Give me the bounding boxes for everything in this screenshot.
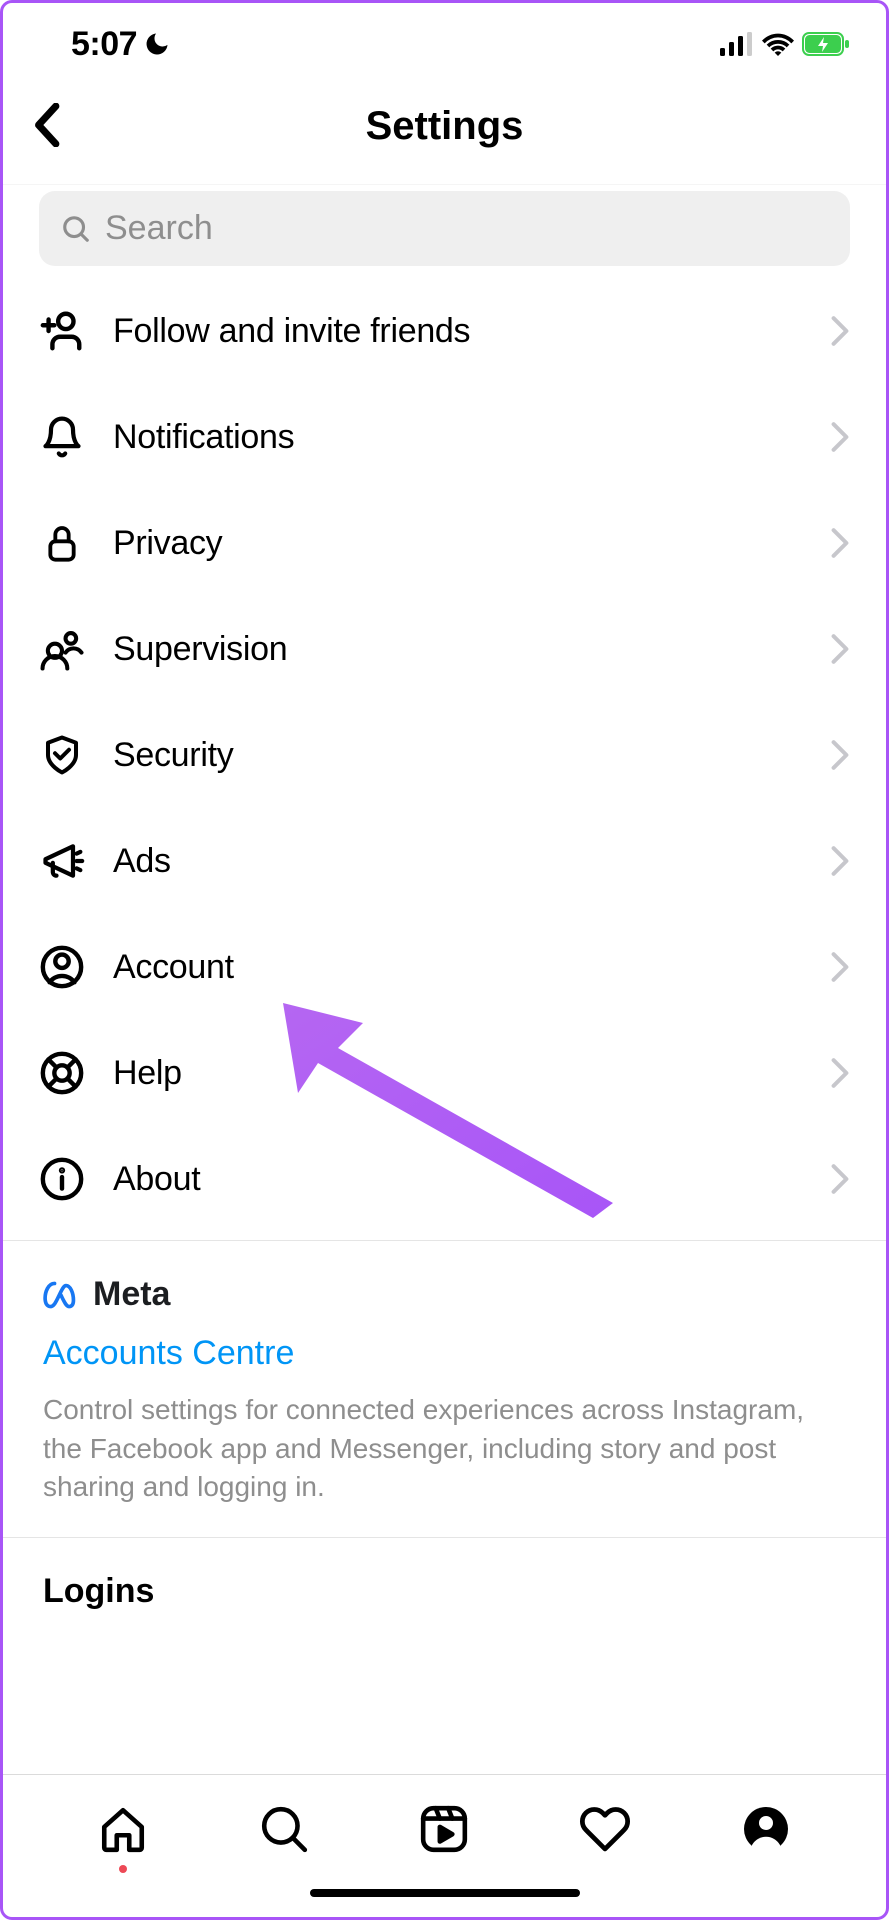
menu-item-follow-invite[interactable]: Follow and invite friends	[3, 278, 886, 384]
header: Settings	[3, 73, 886, 185]
menu-item-security[interactable]: Security	[3, 702, 886, 808]
lock-icon	[39, 520, 85, 566]
menu-list: Follow and invite friends Notifications …	[3, 278, 886, 1774]
shield-check-icon	[39, 732, 85, 778]
accounts-centre-link[interactable]: Accounts Centre	[43, 1334, 846, 1373]
menu-label: Notifications	[113, 418, 802, 457]
nav-search[interactable]	[254, 1799, 314, 1859]
search-icon	[259, 1804, 309, 1854]
menu-item-privacy[interactable]: Privacy	[3, 490, 886, 596]
chevron-right-icon	[830, 1057, 850, 1089]
menu-item-about[interactable]: About	[3, 1126, 886, 1232]
megaphone-icon	[39, 838, 85, 884]
chevron-right-icon	[830, 1163, 850, 1195]
home-bar	[310, 1889, 580, 1897]
profile-icon	[742, 1805, 790, 1853]
battery-charging-icon	[802, 32, 850, 56]
menu-label: Follow and invite friends	[113, 312, 802, 351]
menu-label: Account	[113, 948, 802, 987]
logins-section: Logins	[3, 1538, 886, 1645]
back-button[interactable]	[31, 103, 65, 150]
logins-title: Logins	[43, 1572, 846, 1611]
nav-activity[interactable]	[575, 1799, 635, 1859]
menu-item-account[interactable]: Account	[3, 914, 886, 1020]
lifebuoy-icon	[39, 1050, 85, 1096]
chevron-right-icon	[830, 527, 850, 559]
status-bar: 5:07	[3, 3, 886, 73]
page-title: Settings	[366, 104, 524, 149]
reels-icon	[419, 1804, 469, 1854]
meta-brand: Meta	[43, 1275, 846, 1314]
chevron-right-icon	[830, 315, 850, 347]
bell-icon	[39, 414, 85, 460]
nav-home[interactable]	[93, 1799, 153, 1859]
bottom-nav	[3, 1774, 886, 1869]
search-icon	[61, 214, 91, 244]
meta-brand-label: Meta	[93, 1275, 170, 1314]
nav-reels[interactable]	[414, 1799, 474, 1859]
user-circle-icon	[39, 944, 85, 990]
menu-label: Supervision	[113, 630, 802, 669]
menu-label: Ads	[113, 842, 802, 881]
heart-icon	[579, 1803, 631, 1855]
meta-logo-icon	[43, 1281, 85, 1309]
meta-description: Control settings for connected experienc…	[43, 1391, 846, 1507]
search-input[interactable]	[105, 209, 828, 248]
menu-label: Privacy	[113, 524, 802, 563]
cellular-icon	[720, 32, 754, 56]
person-plus-icon	[39, 308, 85, 354]
menu-item-ads[interactable]: Ads	[3, 808, 886, 914]
nav-notification-dot	[119, 1865, 127, 1873]
menu-item-supervision[interactable]: Supervision	[3, 596, 886, 702]
people-icon	[39, 626, 85, 672]
chevron-right-icon	[830, 739, 850, 771]
menu-item-help[interactable]: Help	[3, 1020, 886, 1126]
nav-profile[interactable]	[736, 1799, 796, 1859]
chevron-left-icon	[31, 103, 65, 147]
wifi-icon	[762, 32, 794, 56]
chevron-right-icon	[830, 951, 850, 983]
home-icon	[98, 1804, 148, 1854]
status-left: 5:07	[71, 25, 171, 64]
meta-section: Meta Accounts Centre Control settings fo…	[3, 1241, 886, 1538]
info-icon	[39, 1156, 85, 1202]
chevron-right-icon	[830, 421, 850, 453]
chevron-right-icon	[830, 845, 850, 877]
moon-icon	[143, 30, 171, 58]
status-right	[720, 32, 850, 56]
search-box[interactable]	[39, 191, 850, 266]
chevron-right-icon	[830, 633, 850, 665]
home-indicator	[3, 1869, 886, 1917]
menu-label: Help	[113, 1054, 802, 1093]
status-time: 5:07	[71, 25, 137, 64]
menu-label: Security	[113, 736, 802, 775]
menu-label: About	[113, 1160, 802, 1199]
search-container	[3, 185, 886, 278]
menu-item-notifications[interactable]: Notifications	[3, 384, 886, 490]
